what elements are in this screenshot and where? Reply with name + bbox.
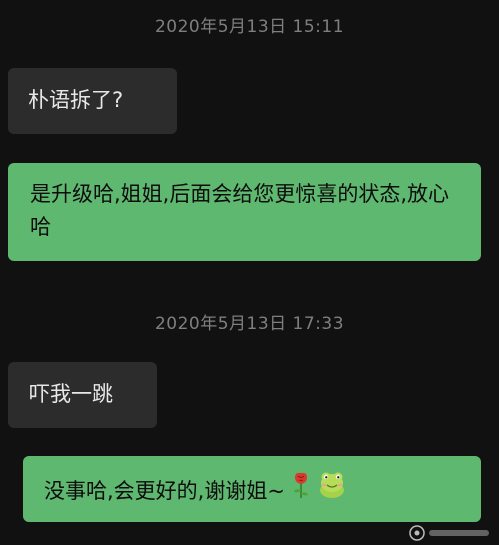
rose-icon — [285, 471, 311, 509]
chat-timestamp: 2020年5月13日 15:11 — [154, 17, 345, 37]
chat-timestamp: 2020年5月13日 17:33 — [154, 314, 345, 334]
outgoing-message-bubble[interactable]: 是升级哈,姐姐,后面会给您更惊喜的状态,放心哈 — [8, 163, 481, 261]
incoming-message-bubble[interactable]: 吓我一跳 — [8, 362, 157, 428]
message-text: 是升级哈,姐姐,后面会给您更惊喜的状态,放心哈 — [30, 182, 450, 239]
message-text: 朴语拆了? — [28, 88, 124, 112]
outgoing-message-bubble[interactable]: 没事哈,会更好的,谢谢姐~ — [23, 456, 481, 522]
frog-icon — [311, 471, 347, 509]
incoming-message-bubble[interactable]: 朴语拆了? — [8, 68, 177, 134]
message-text: 吓我一跳 — [29, 382, 113, 406]
watermark-logo — [409, 525, 489, 541]
message-text: 没事哈,会更好的,谢谢姐~ — [44, 479, 285, 503]
